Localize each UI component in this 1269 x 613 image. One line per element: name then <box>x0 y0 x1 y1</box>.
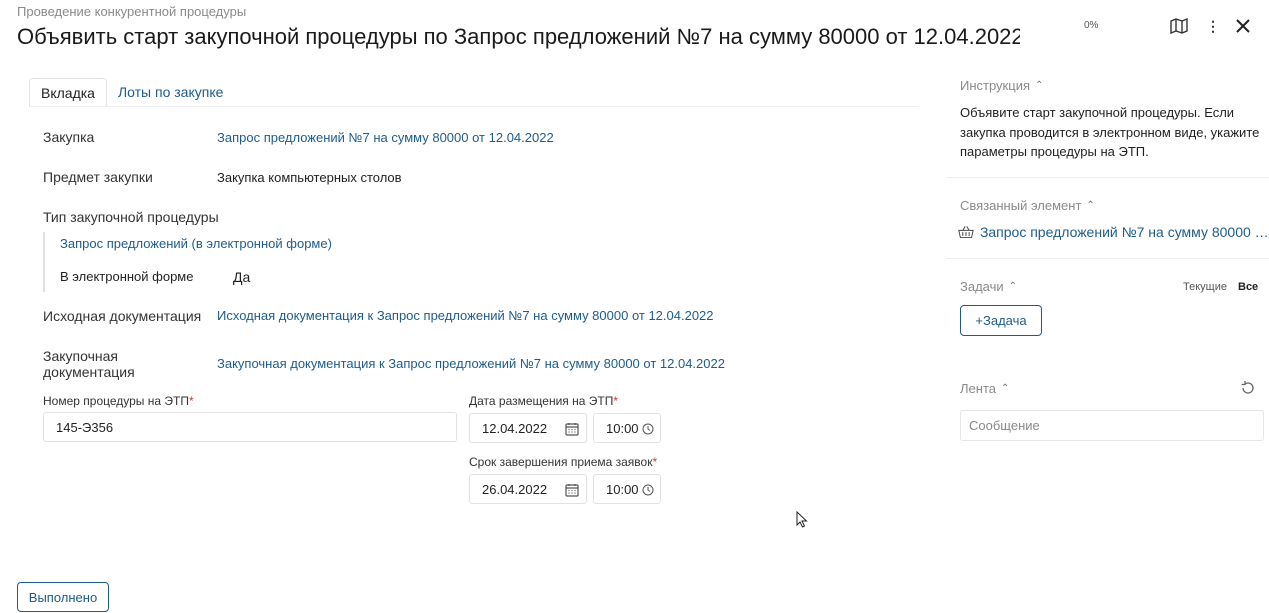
calendar-icon[interactable] <box>564 482 580 498</box>
feed-title: Лента <box>960 381 996 396</box>
subject-label: Предмет закупки <box>43 169 153 185</box>
close-icon[interactable] <box>1231 14 1255 38</box>
filter-current[interactable]: Текущие <box>1183 281 1227 293</box>
source-docs-link[interactable]: Исходная документация к Запрос предложен… <box>217 308 714 323</box>
purchase-docs-label: Закупочная документация <box>43 348 135 380</box>
purchase-docs-label-line1: Закупочная <box>43 348 118 364</box>
deadline-time-value: 10:00 <box>606 481 639 497</box>
progress-indicator: 0% <box>1084 20 1099 31</box>
purchase-docs-link[interactable]: Закупочная документация к Запрос предлож… <box>217 356 725 371</box>
required-mark: * <box>613 394 619 408</box>
instruction-title: Инструкция <box>960 78 1030 93</box>
publish-date-input[interactable]: 12.04.2022 <box>469 413 587 443</box>
procedure-type-link[interactable]: Запрос предложений (в электронной форме) <box>60 236 332 251</box>
publish-date-label-text: Дата размещения на ЭТП <box>469 394 614 408</box>
instruction-text: Объявите старт закупочной процедуры. Есл… <box>960 105 1260 159</box>
feed-header[interactable]: Лента ⌃ <box>960 381 1009 396</box>
chevron-up-icon: ⌃ <box>1086 200 1095 211</box>
tab-lots[interactable]: Лоты по закупке <box>107 78 234 106</box>
publish-date-label: Дата размещения на ЭТП* <box>469 394 618 408</box>
related-element-link[interactable]: Запрос предложений №7 на сумму 80000 от … <box>958 224 1269 240</box>
deadline-date-value: 26.04.2022 <box>482 481 548 497</box>
subject-value: Закупка компьютерных столов <box>217 170 402 185</box>
map-icon[interactable] <box>1167 14 1191 38</box>
page-title: Объявить старт закупочной процедуры по З… <box>17 24 1020 49</box>
chevron-up-icon: ⌃ <box>1008 281 1018 292</box>
breadcrumb: Проведение конкурентной процедуры <box>17 4 247 19</box>
required-mark: * <box>652 455 658 469</box>
publish-time-value: 10:00 <box>606 420 639 436</box>
purchase-link[interactable]: Запрос предложений №7 на сумму 80000 от … <box>217 130 554 145</box>
source-docs-label: Исходная документация <box>43 308 202 324</box>
deadline-label-text: Срок завершения приема заявок <box>469 455 653 469</box>
chevron-up-icon: ⌃ <box>1000 383 1010 394</box>
sidebar-divider <box>946 258 1269 259</box>
procedure-number-input[interactable]: 145-Э356 <box>43 412 457 442</box>
publish-date-value: 12.04.2022 <box>482 420 548 436</box>
done-button[interactable]: Выполнено <box>17 582 109 612</box>
tabs: Вкладка Лоты по закупке <box>29 77 234 107</box>
message-input[interactable]: Сообщение <box>960 410 1264 441</box>
procedure-number-label-text: Номер процедуры на ЭТП <box>43 394 189 408</box>
tab-vkladka[interactable]: Вкладка <box>29 77 107 107</box>
calendar-icon[interactable] <box>564 421 580 437</box>
tasks-title: Задачи <box>960 279 1004 294</box>
required-mark: * <box>188 394 194 408</box>
purchase-label: Закупка <box>43 129 95 145</box>
clock-icon[interactable] <box>640 482 656 498</box>
instruction-header[interactable]: Инструкция ⌃ <box>960 78 1043 93</box>
chevron-up-icon: ⌃ <box>1035 80 1044 91</box>
deadline-date-input[interactable]: 26.04.2022 <box>469 474 587 504</box>
more-options-icon[interactable]: ⋮ <box>1201 14 1225 38</box>
purchase-docs-label-line2: документация <box>43 364 135 380</box>
electronic-form-label: В электронной форме <box>60 269 194 284</box>
related-title: Связанный элемент <box>960 198 1082 213</box>
procedure-type-label: Тип закупочной процедуры <box>43 209 219 225</box>
sidebar-divider <box>946 177 1269 178</box>
basket-icon <box>958 226 974 239</box>
electronic-form-value: Да <box>233 269 251 285</box>
related-element-text: Запрос предложений №7 на сумму 80000 от … <box>979 224 1269 240</box>
clock-icon[interactable] <box>640 421 656 437</box>
procedure-number-label: Номер процедуры на ЭТП* <box>43 394 194 408</box>
deadline-time-input[interactable]: 10:00 <box>593 474 661 504</box>
refresh-icon[interactable] <box>1240 380 1258 398</box>
publish-time-input[interactable]: 10:00 <box>593 413 661 443</box>
tabs-divider <box>29 106 919 107</box>
add-task-button[interactable]: +Задача <box>960 305 1042 336</box>
related-header[interactable]: Связанный элемент ⌃ <box>960 198 1095 213</box>
deadline-label: Срок завершения приема заявок* <box>469 455 657 469</box>
tasks-header[interactable]: Задачи ⌃ <box>960 279 1017 294</box>
filter-all[interactable]: Все <box>1238 281 1258 293</box>
mouse-cursor-icon <box>796 510 808 533</box>
